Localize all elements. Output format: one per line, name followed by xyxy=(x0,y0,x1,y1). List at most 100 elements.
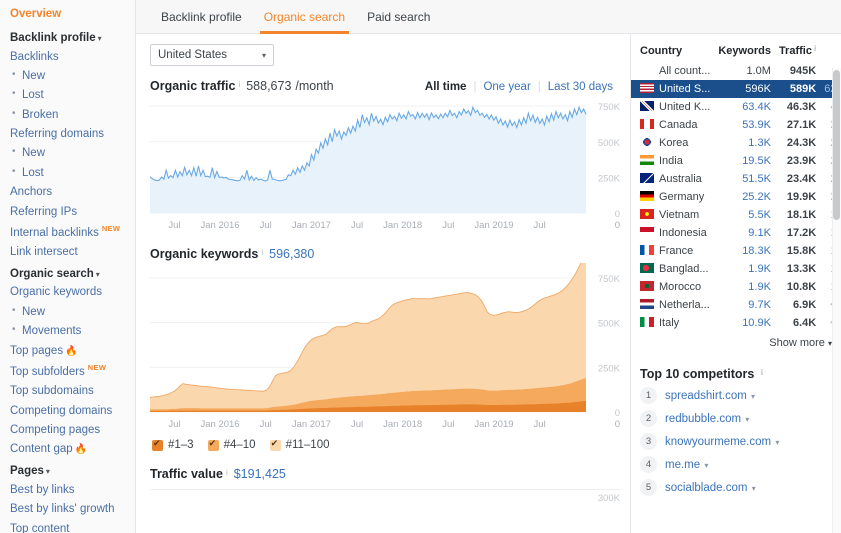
scrollbar-thumb[interactable] xyxy=(833,70,840,220)
sidebar-group-backlink-profile[interactable]: Backlink profile▾ xyxy=(10,26,135,47)
table-row[interactable]: All count...1.0M945K xyxy=(631,62,841,80)
sidebar-item-new[interactable]: New xyxy=(10,302,135,321)
sidebar-item-referring-ips[interactable]: Referring IPs xyxy=(10,202,135,221)
list-item[interactable]: 5socialblade.com ▾ xyxy=(631,476,841,499)
list-item[interactable]: 4me.me ▾ xyxy=(631,453,841,476)
sidebar-item-lost[interactable]: Lost xyxy=(10,163,135,182)
info-icon[interactable]: i xyxy=(226,468,228,477)
info-icon[interactable]: i xyxy=(761,368,763,377)
competitor-domain-link[interactable]: spreadshirt.com ▾ xyxy=(665,390,755,402)
sidebar-item-broken[interactable]: Broken xyxy=(10,105,135,124)
sidebar-item-anchors[interactable]: Anchors xyxy=(10,183,135,202)
header-traffic[interactable]: Traffici xyxy=(775,44,820,62)
sidebar-item-top-pages[interactable]: Top pages🔥 xyxy=(10,341,135,361)
table-row[interactable]: Korea1.3K24.3K2.6% xyxy=(631,134,841,152)
table-row[interactable]: Germany25.2K19.9K2.1% xyxy=(631,188,841,206)
sidebar-item-competing-pages[interactable]: Competing pages xyxy=(10,421,135,440)
info-icon[interactable]: i xyxy=(238,80,240,89)
sidebar-item-label: Competing pages xyxy=(10,424,100,436)
table-row[interactable]: Morocco1.9K10.8K1.1% xyxy=(631,278,841,296)
table-row[interactable]: Netherla...9.7K6.9K< 1% xyxy=(631,296,841,314)
keywords-cell: 9.7K xyxy=(714,296,775,314)
sidebar-item-lost[interactable]: Lost xyxy=(10,86,135,105)
keywords-cell: 25.2K xyxy=(714,188,775,206)
y-axis-tick: 250K xyxy=(598,173,620,184)
sidebar-item-referring-domains[interactable]: Referring domains xyxy=(10,125,135,144)
sidebar-item-top-content[interactable]: Top content xyxy=(10,519,135,533)
sidebar-item-label: Backlinks xyxy=(10,51,59,63)
sidebar-item-label: Lost xyxy=(22,89,44,101)
sidebar-item-overview[interactable]: Overview xyxy=(10,6,135,26)
flag-icon-au xyxy=(640,173,654,183)
table-row[interactable]: India19.5K23.9K2.5% xyxy=(631,152,841,170)
sidebar-item-link-intersect[interactable]: Link intersect xyxy=(10,243,135,262)
list-item[interactable]: 2redbubble.com ▾ xyxy=(631,407,841,430)
sidebar-item-new[interactable]: New xyxy=(10,144,135,163)
sidebar-item-top-subfolders[interactable]: Top subfoldersNEW xyxy=(10,361,135,382)
sidebar-item-internal-backlinks[interactable]: Internal backlinksNEW xyxy=(10,221,135,242)
sidebar-item-content-gap[interactable]: Content gap🔥 xyxy=(10,440,135,460)
country-name-cell: France xyxy=(631,242,714,260)
competitor-domain-link[interactable]: knowyourmeme.com ▾ xyxy=(665,436,779,448)
organic-traffic-value: 588,673 xyxy=(246,79,291,93)
checkbox-checked-icon[interactable] xyxy=(152,440,163,451)
country-name-cell: United K... xyxy=(631,98,714,116)
sidebar-item-organic-keywords[interactable]: Organic keywords xyxy=(10,283,135,302)
sidebar-item-backlinks[interactable]: Backlinks xyxy=(10,47,135,66)
list-item[interactable]: 3knowyourmeme.com ▾ xyxy=(631,430,841,453)
table-row[interactable]: Italy10.9K6.4K< 1% xyxy=(631,314,841,332)
traffic-value-value: $191,425 xyxy=(234,467,286,481)
info-icon[interactable]: i xyxy=(814,44,816,53)
sidebar-item-label: Organic keywords xyxy=(10,286,102,298)
sidebar-item-best-by-links[interactable]: Best by links xyxy=(10,480,135,499)
competitor-domain-link[interactable]: me.me ▾ xyxy=(665,459,708,471)
legend-item-4-10[interactable]: #4–10 xyxy=(208,439,256,451)
sidebar-group-organic-search[interactable]: Organic search▾ xyxy=(10,262,135,283)
table-row[interactable]: United S...596K589K62.3% xyxy=(631,80,841,98)
checkbox-checked-icon[interactable] xyxy=(208,440,219,451)
competitor-domain-link[interactable]: redbubble.com ▾ xyxy=(665,413,749,425)
sidebar-item-label: Top subdomains xyxy=(10,385,94,397)
legend-item-1-3[interactable]: #1–3 xyxy=(152,439,194,451)
header-keywords[interactable]: Keywords xyxy=(714,44,775,62)
organic-keywords-chart[interactable]: 750K500K250K0 JulJan 2016JulJan 2017JulJ… xyxy=(150,263,620,432)
list-item[interactable]: 1spreadshirt.com ▾ xyxy=(631,384,841,407)
sidebar-item-competing-domains[interactable]: Competing domains xyxy=(10,401,135,420)
flag-icon-nl xyxy=(640,299,654,309)
sidebar-item-best-by-links-growth[interactable]: Best by links' growth xyxy=(10,500,135,519)
header-country[interactable]: Country xyxy=(631,44,714,62)
flag-icon-ca xyxy=(640,119,654,129)
y-axis-tick: 500K xyxy=(598,319,620,330)
legend-item-11-100[interactable]: #11–100 xyxy=(270,439,330,451)
sidebar-group-pages[interactable]: Pages▾ xyxy=(10,459,135,480)
vertical-scrollbar[interactable] xyxy=(832,68,841,533)
organic-traffic-chart[interactable]: 750K500K250K0 JulJan 2016JulJan 2017JulJ… xyxy=(150,95,620,233)
flag-icon-vn xyxy=(640,209,654,219)
table-row[interactable]: Australia51.5K23.4K2.5% xyxy=(631,170,841,188)
country-filter-select[interactable]: United States ▾ xyxy=(150,44,274,66)
table-row[interactable]: Banglad...1.9K13.3K1.4% xyxy=(631,260,841,278)
range-option-all-time[interactable]: All time xyxy=(418,81,474,93)
country-name-cell: Netherla... xyxy=(631,296,714,314)
range-option-last-30-days[interactable]: Last 30 days xyxy=(541,81,620,93)
sidebar-item-top-subdomains[interactable]: Top subdomains xyxy=(10,382,135,401)
table-row[interactable]: Vietnam5.5K18.1K1.9% xyxy=(631,206,841,224)
table-row[interactable]: Canada53.9K27.1K2.9% xyxy=(631,116,841,134)
sidebar-item-new[interactable]: New xyxy=(10,66,135,85)
tab-paid-search[interactable]: Paid search xyxy=(356,0,441,34)
x-axis-tick: Jan 2018 xyxy=(383,419,422,430)
tab-backlink-profile[interactable]: Backlink profile xyxy=(150,0,253,34)
keywords-cell: 53.9K xyxy=(714,116,775,134)
tab-organic-search[interactable]: Organic search xyxy=(253,0,356,34)
table-row[interactable]: France18.3K15.8K1.7% xyxy=(631,242,841,260)
country-label: Banglad... xyxy=(659,263,709,275)
info-icon[interactable]: i xyxy=(261,248,263,257)
range-option-one-year[interactable]: One year xyxy=(476,81,537,93)
sidebar-item-movements[interactable]: Movements xyxy=(10,322,135,341)
table-row[interactable]: United K...63.4K46.3K4.9% xyxy=(631,98,841,116)
y-axis-tick: 750K xyxy=(598,274,620,285)
show-more-countries-button[interactable]: Show more ▾ xyxy=(631,332,841,349)
table-row[interactable]: Indonesia9.1K17.2K1.8% xyxy=(631,224,841,242)
competitor-domain-link[interactable]: socialblade.com ▾ xyxy=(665,482,756,494)
checkbox-checked-icon[interactable] xyxy=(270,440,281,451)
